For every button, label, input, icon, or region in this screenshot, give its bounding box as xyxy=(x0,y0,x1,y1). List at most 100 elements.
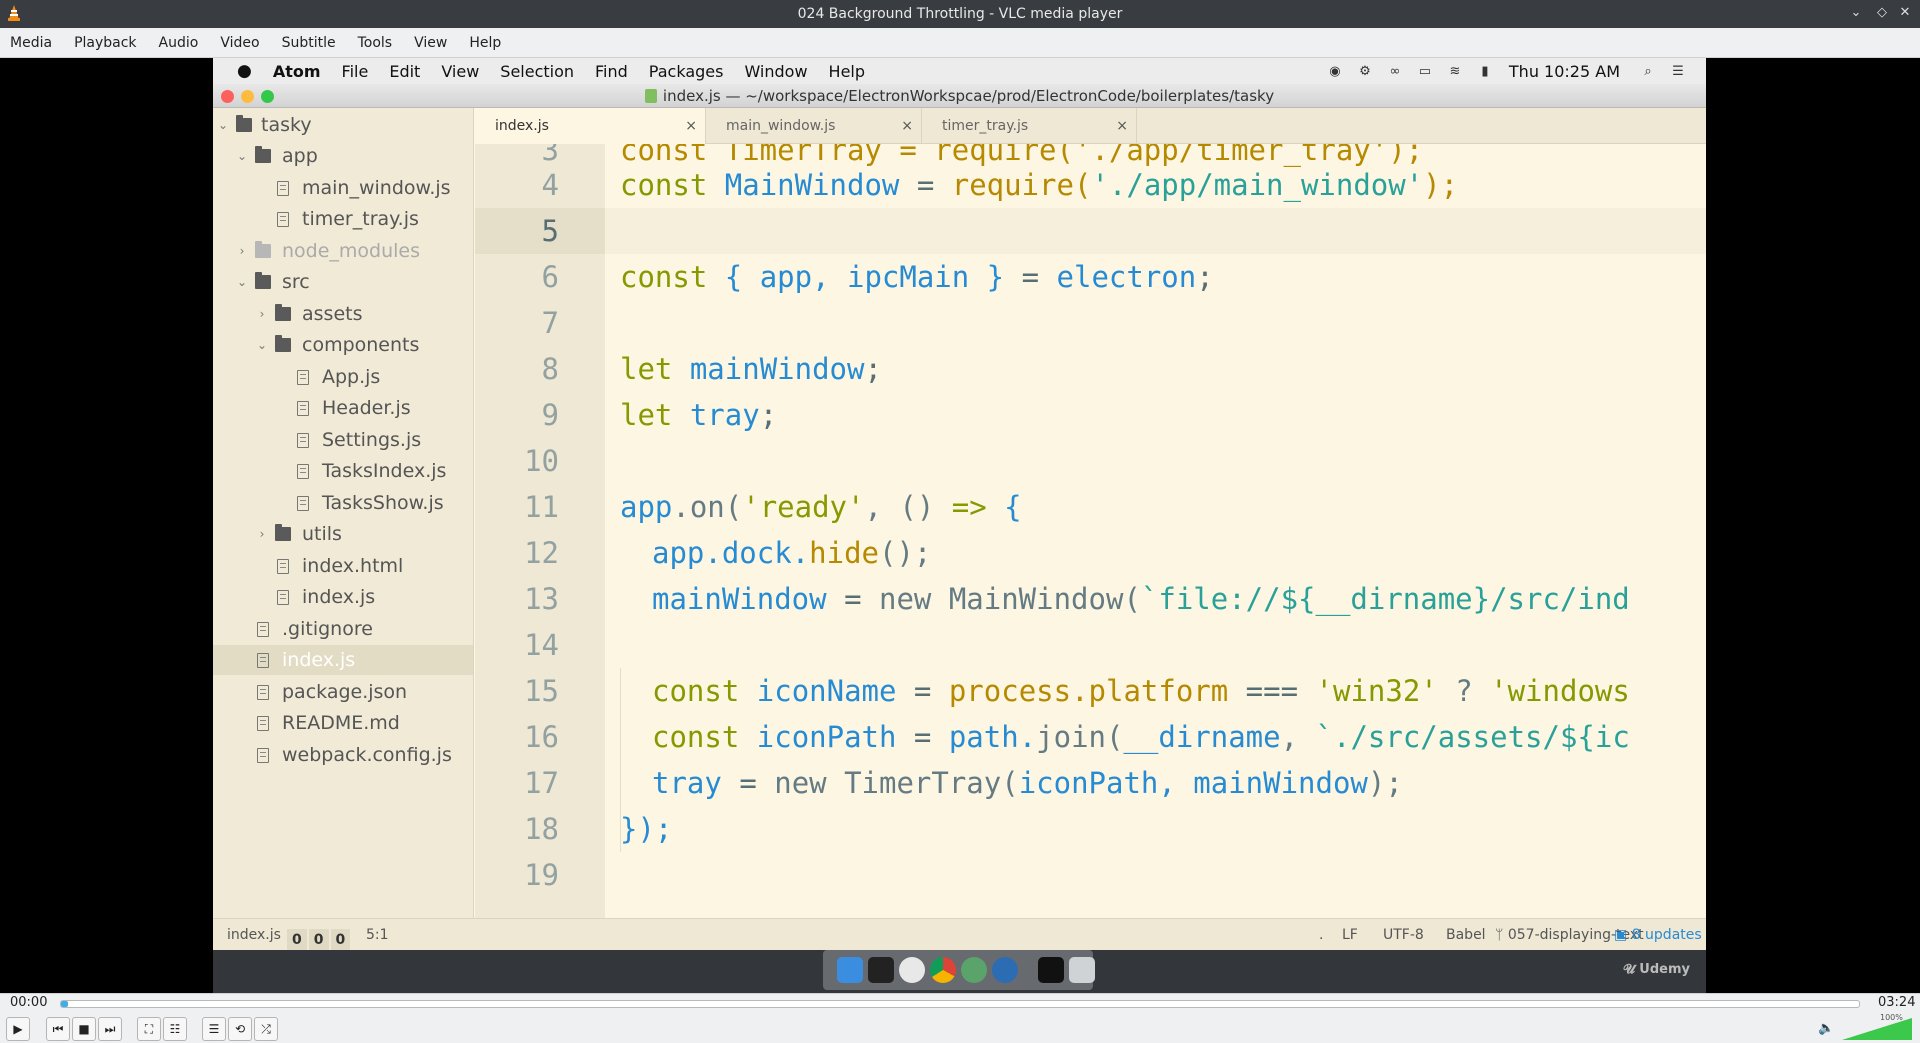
atom-minimize-button xyxy=(241,90,254,103)
tree-item-label: app xyxy=(282,145,318,167)
total-time: 03:24 xyxy=(1878,995,1916,1010)
code-token: iconName xyxy=(739,674,914,708)
code-token: const xyxy=(620,260,708,294)
menu-video[interactable]: Video xyxy=(220,35,259,51)
line-number: 17 xyxy=(524,766,559,800)
minimize-icon[interactable]: ⌄ xyxy=(1847,4,1865,22)
code-token: join( xyxy=(1036,720,1124,754)
code-line: tray = new TimerTray(iconPath, mainWindo… xyxy=(652,760,1403,806)
folder-icon xyxy=(275,304,291,321)
menu-help[interactable]: Help xyxy=(469,35,501,51)
code-line: let mainWindow; xyxy=(620,346,882,392)
playlist-button[interactable]: ☰ xyxy=(202,1017,226,1041)
code-token: require( xyxy=(934,168,1092,202)
line-number: 14 xyxy=(524,628,559,662)
menu-media[interactable]: Media xyxy=(10,35,52,51)
status-updates-label: 8 updates xyxy=(1631,927,1702,943)
line-number: 4 xyxy=(541,168,559,202)
line-number: 9 xyxy=(541,398,559,432)
code-token: app xyxy=(652,536,705,570)
tree-item: › utils xyxy=(213,519,473,549)
code-token: 'ready' xyxy=(742,490,865,524)
line-number: 5 xyxy=(541,214,559,248)
mac-clock: Thu 10:25 AM xyxy=(1508,61,1620,81)
chevron-down-icon: ⌄ xyxy=(236,149,248,163)
tree-item: ⌄ components xyxy=(213,330,473,360)
code-token: { xyxy=(986,490,1022,524)
tab-label: main_window.js xyxy=(726,118,836,134)
tab-label: index.js xyxy=(495,118,549,134)
next-button[interactable]: ⏭ xyxy=(98,1017,122,1041)
code-token: 'win32' xyxy=(1298,674,1438,708)
tree-item: index.js xyxy=(213,582,473,612)
play-button[interactable]: ▶ xyxy=(6,1017,30,1041)
code-token: ? xyxy=(1437,674,1491,708)
code-token: __dirname xyxy=(1123,720,1281,754)
menu-audio[interactable]: Audio xyxy=(159,35,199,51)
previous-button[interactable]: ⏮ xyxy=(46,1017,70,1041)
chevron-down-icon: ⌄ xyxy=(256,338,268,352)
menu-playback[interactable]: Playback xyxy=(74,35,136,51)
window-title: 024 Background Throttling - VLC media pl… xyxy=(797,6,1123,22)
atom-title-bar: index.js — ~/workspace/ElectronWorkspcae… xyxy=(213,84,1706,108)
tree-item-label: src xyxy=(282,271,310,293)
code-token: process.platform xyxy=(931,674,1246,708)
tree-item-label: index.html xyxy=(302,555,404,577)
folder-icon xyxy=(255,241,271,258)
apple-icon: ● xyxy=(237,61,252,81)
line-number: 18 xyxy=(524,812,559,846)
menu-tools[interactable]: Tools xyxy=(358,35,393,51)
code-token: mainWindow xyxy=(672,352,865,386)
chevron-down-icon: ⌄ xyxy=(236,275,248,289)
seek-bar[interactable] xyxy=(60,1000,1860,1008)
code-token: mainWindow xyxy=(652,582,845,616)
folder-icon xyxy=(255,272,271,289)
elapsed-time: 00:00 xyxy=(10,995,48,1010)
tree-item: TasksIndex.js xyxy=(213,456,473,486)
chevron-right-icon: › xyxy=(259,527,265,541)
menu-view[interactable]: View xyxy=(414,35,447,51)
mac-menu-app: Atom xyxy=(272,61,321,81)
player-controls: 00:00 03:24 ▶ ⏮ ■ ⏭ ⛶ ☷ ☰ ⟲ ⤮ 🔈 100% xyxy=(0,993,1920,1043)
speaker-icon[interactable]: 🔈 xyxy=(1818,1021,1834,1036)
code-line: let tray; xyxy=(620,392,777,438)
tree-item-label: index.js xyxy=(282,649,356,671)
maximize-icon[interactable]: ◇ xyxy=(1873,4,1891,22)
finder-icon xyxy=(837,957,863,983)
volume-slider[interactable] xyxy=(1842,1018,1912,1040)
extended-settings-button[interactable]: ☷ xyxy=(163,1017,187,1041)
tree-item: ⌄ src xyxy=(213,267,473,297)
mac-dock xyxy=(823,950,1095,990)
code-token: , () xyxy=(864,490,952,524)
code-line: }); xyxy=(620,812,673,846)
mac-menu-edit: Edit xyxy=(389,61,421,81)
video-frame: ● Atom File Edit View Selection Find Pac… xyxy=(213,58,1706,993)
line-number: 6 xyxy=(541,260,559,294)
tree-item: TasksShow.js xyxy=(213,488,473,518)
line-number: 19 xyxy=(524,858,559,892)
folder-stack-icon xyxy=(1038,957,1064,983)
stop-button[interactable]: ■ xyxy=(72,1017,96,1041)
atom-close-button xyxy=(221,90,234,103)
code-token: TimerTray( xyxy=(844,766,1019,800)
vlc-title-bar: 024 Background Throttling - VLC media pl… xyxy=(0,0,1920,28)
fullscreen-button[interactable]: ⛶ xyxy=(137,1017,161,1041)
video-area[interactable]: ● Atom File Edit View Selection Find Pac… xyxy=(0,58,1920,993)
shuffle-button[interactable]: ⤮ xyxy=(254,1017,278,1041)
code-token: './app/main_window' xyxy=(1091,168,1424,202)
close-icon: × xyxy=(1116,118,1128,134)
loop-button[interactable]: ⟲ xyxy=(228,1017,252,1041)
vlc-menu-bar: Media Playback Audio Video Subtitle Tool… xyxy=(0,28,1920,58)
code-token: { app, ipcMain } xyxy=(707,260,1022,294)
folder-icon xyxy=(275,524,291,541)
tree-item-selected: index.js xyxy=(213,645,473,675)
menu-subtitle[interactable]: Subtitle xyxy=(282,35,336,51)
browser-icon xyxy=(992,957,1018,983)
close-icon[interactable]: ✕ xyxy=(1896,4,1914,22)
tree-item-label: index.js xyxy=(302,586,376,608)
code-token: `file://${__dirname}/src/ind xyxy=(1140,582,1630,616)
atom-title: index.js — ~/workspace/ElectronWorkspcae… xyxy=(662,87,1275,105)
code-token: = xyxy=(913,674,932,708)
udemy-watermark: 𝓤 Udemy xyxy=(1623,962,1690,977)
udemy-logo-icon: 𝓤 xyxy=(1623,962,1640,977)
